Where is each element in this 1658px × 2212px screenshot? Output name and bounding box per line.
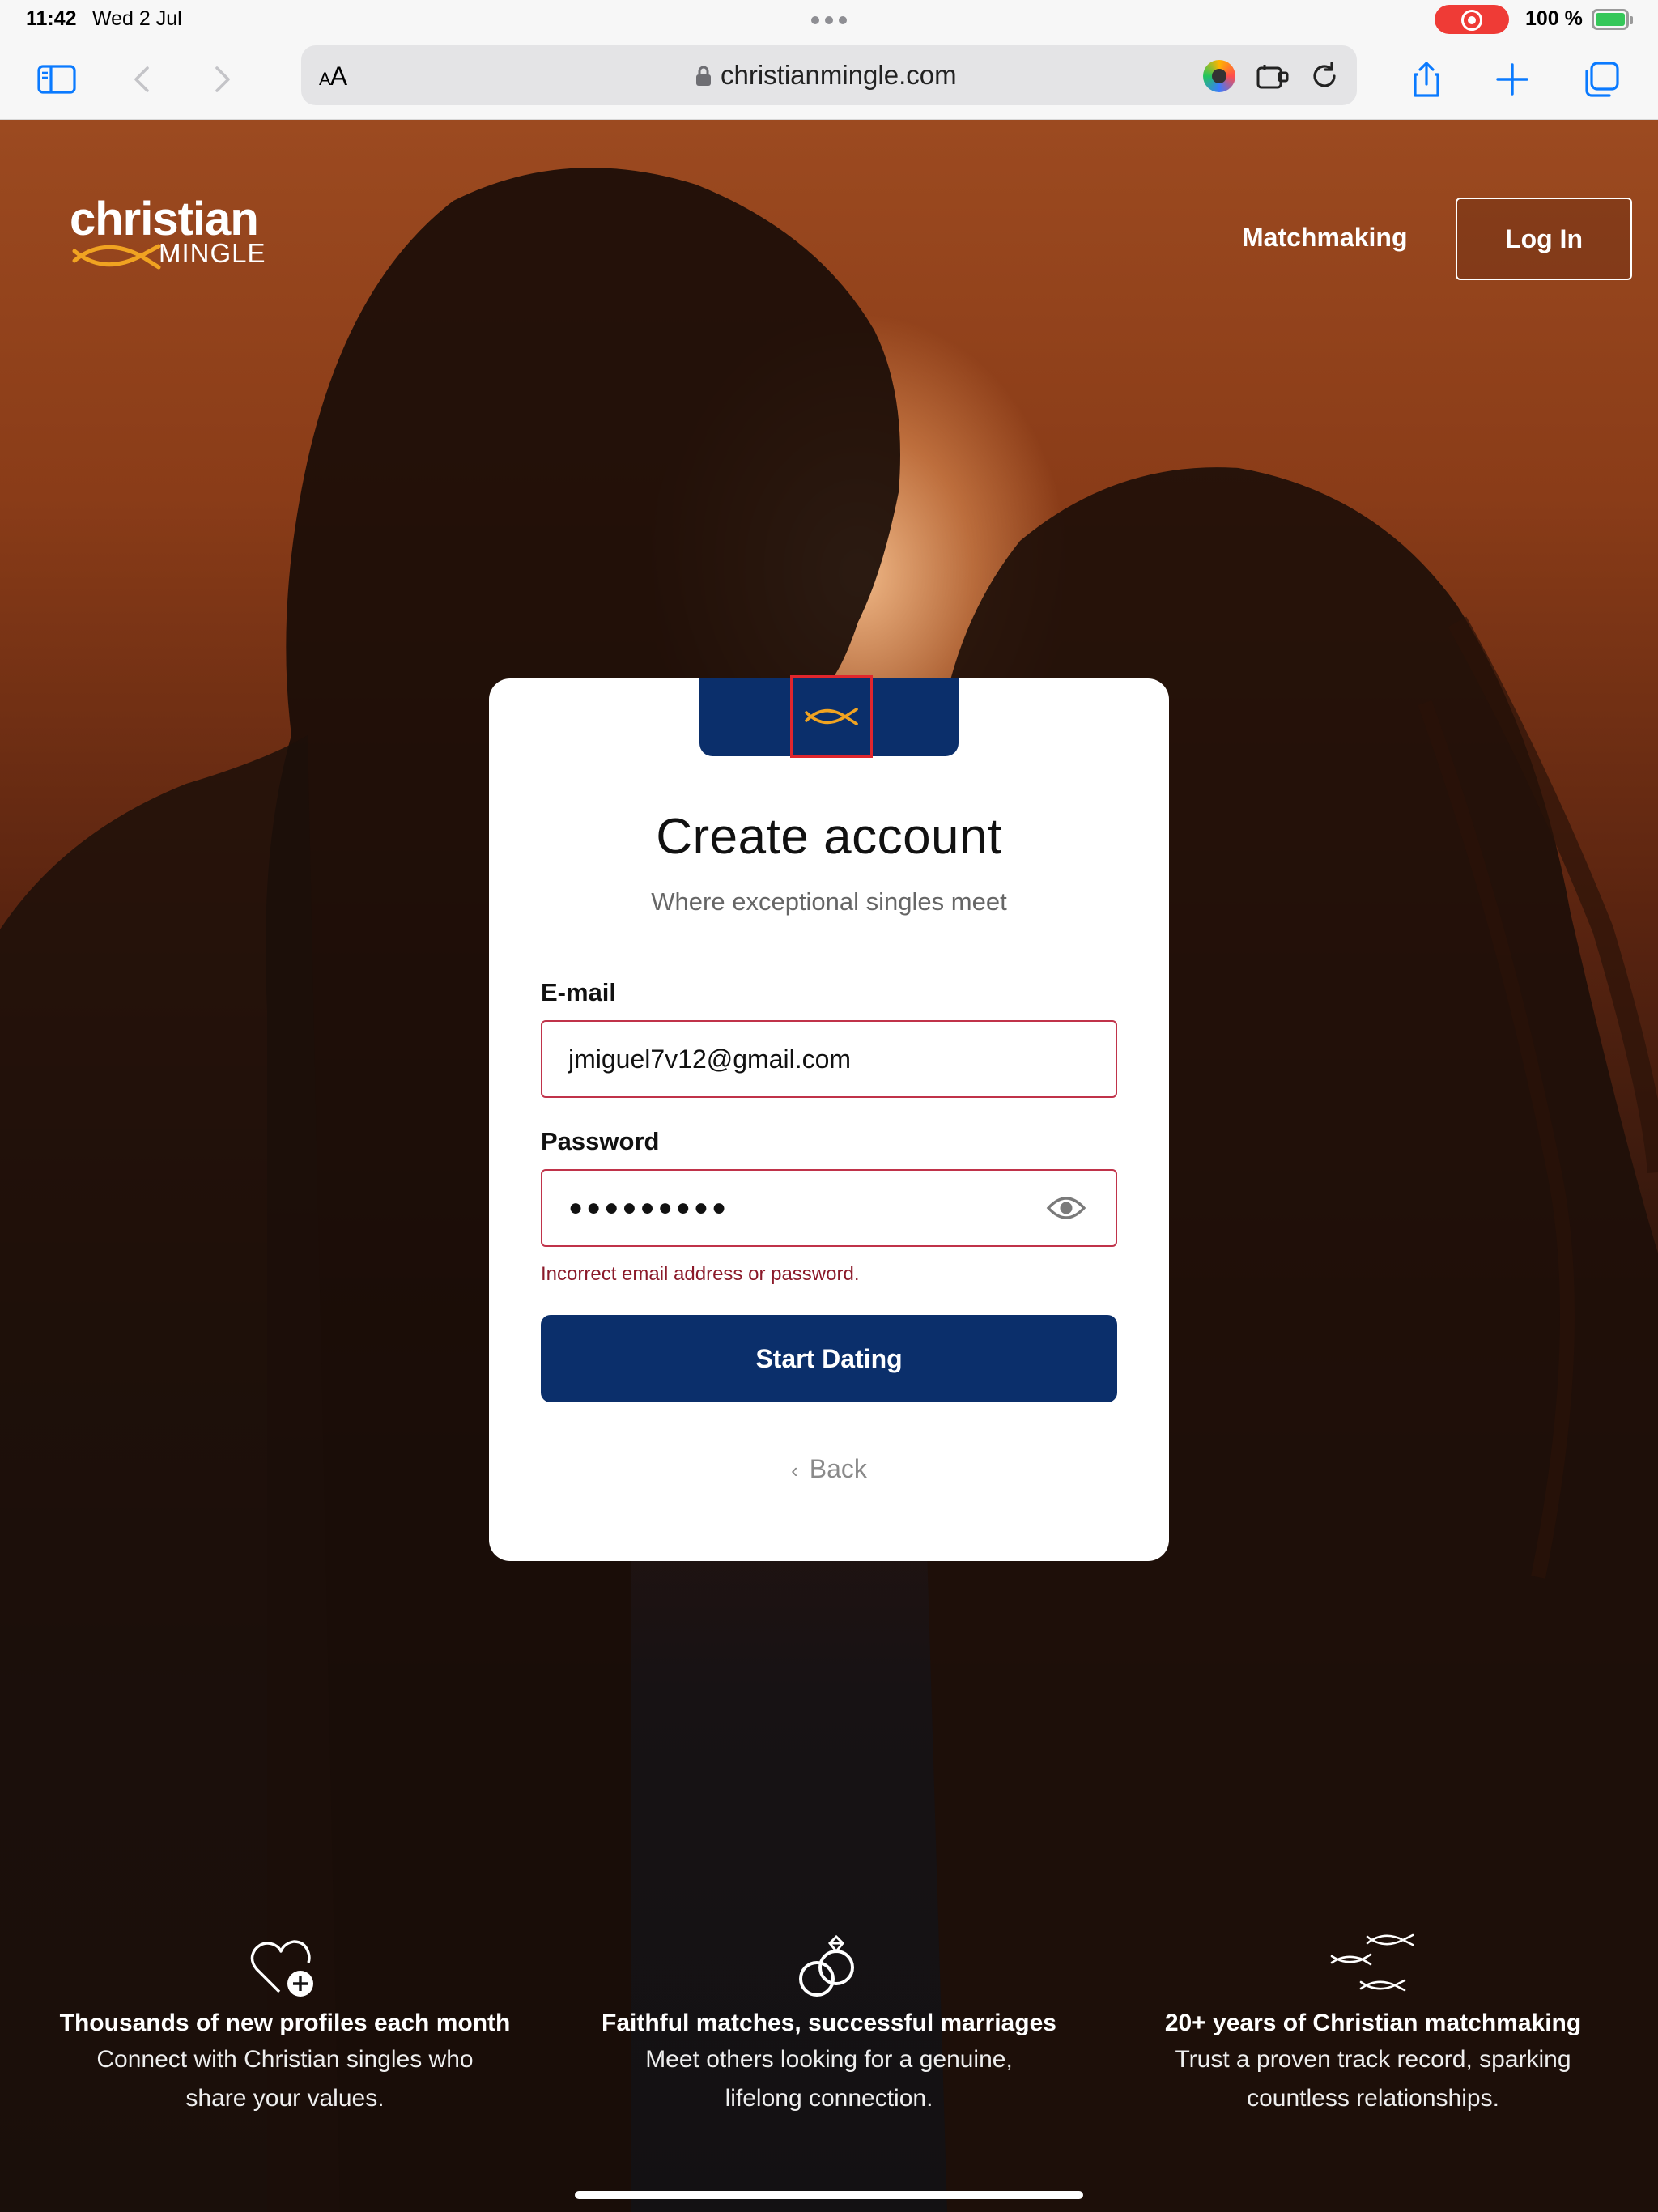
sidebar-icon[interactable] [32,55,81,104]
home-indicator[interactable] [575,2191,1083,2199]
back-label: Back [809,1454,867,1483]
brand-submark: MINGLE [159,238,266,268]
nav-matchmaking-link[interactable]: Matchmaking [1242,223,1407,253]
create-account-card: Create account Where exceptional singles… [489,675,1169,1561]
chevron-left-icon: ‹ [791,1458,798,1482]
show-password-eye-icon[interactable] [1046,1193,1086,1223]
multitasking-dots-icon[interactable] [811,16,847,24]
brand-wordmark: christian [70,193,259,245]
address-bar[interactable]: AA christianmingle.com [301,45,1357,105]
url-text[interactable]: christianmingle.com [721,60,957,91]
email-value: jmiguel7v12@gmail.com [568,1044,852,1074]
feature-title: 20+ years of Christian matchmaking [1164,2010,1582,2036]
lock-icon [696,66,711,86]
back-icon[interactable] [118,55,167,104]
feature-years: 20+ years of Christian matchmaking Trust… [1114,1927,1632,2118]
start-dating-button[interactable]: Start Dating [541,1315,1117,1402]
feature-desc-line2: share your values. [185,2085,385,2112]
extension-icon[interactable] [1203,60,1235,92]
feature-desc-line2: countless relationships. [1247,2085,1499,2112]
battery-icon [1592,9,1633,30]
password-label: Password [541,1127,660,1155]
feature-desc-line2: lifelong connection. [725,2085,933,2112]
status-time: 11:42 [26,7,77,30]
status-date: Wed 2 Jul [92,7,182,30]
feature-title: Thousands of new profiles each month [59,2010,511,2036]
share-icon[interactable] [1402,55,1451,104]
fishes-icon [1330,1933,1414,1992]
status-bar: 11:42 Wed 2 Jul 100 % [0,0,1658,39]
login-button[interactable]: Log In [1456,198,1632,280]
tabs-icon[interactable] [1577,55,1626,104]
heart-plus-icon [250,1940,313,1997]
card-header-tab [699,675,959,758]
form-title: Create account [656,809,1002,865]
christian-mingle-logo[interactable]: christian MINGLE [70,193,266,280]
rings-icon [799,1934,854,1997]
password-field[interactable]: ●●●●●●●●● [541,1169,1117,1247]
reload-icon[interactable] [1308,60,1341,92]
password-value: ●●●●●●●●● [568,1194,730,1221]
fish-emblem-icon [790,675,873,758]
email-field[interactable]: jmiguel7v12@gmail.com [541,1020,1117,1098]
browser-toolbar: AA christianmingle.com [0,39,1658,120]
feature-marriages: Faithful matches, successful marriages M… [570,1927,1088,2118]
feature-title: Faithful matches, successful marriages [602,2010,1056,2036]
feature-desc-line1: Trust a proven track record, sparking [1175,2046,1571,2073]
screen-recording-icon[interactable] [1435,5,1509,34]
feature-desc-line1: Meet others looking for a genuine, [645,2046,1013,2073]
feature-profiles: Thousands of new profiles each month Con… [26,1927,544,2118]
puzzle-icon[interactable] [1255,62,1290,92]
text-size-button[interactable]: AA [319,62,347,91]
back-link[interactable]: ‹ Back [489,1454,1169,1484]
login-error-message: Incorrect email address or password. [541,1263,860,1285]
feature-desc-line1: Connect with Christian singles who [96,2046,474,2073]
fish-logo-icon [72,244,161,270]
form-subtitle: Where exceptional singles meet [651,887,1007,916]
forward-icon[interactable] [198,55,246,104]
email-label: E-mail [541,978,617,1006]
new-tab-icon[interactable] [1488,55,1537,104]
battery-percentage: 100 % [1525,7,1583,30]
